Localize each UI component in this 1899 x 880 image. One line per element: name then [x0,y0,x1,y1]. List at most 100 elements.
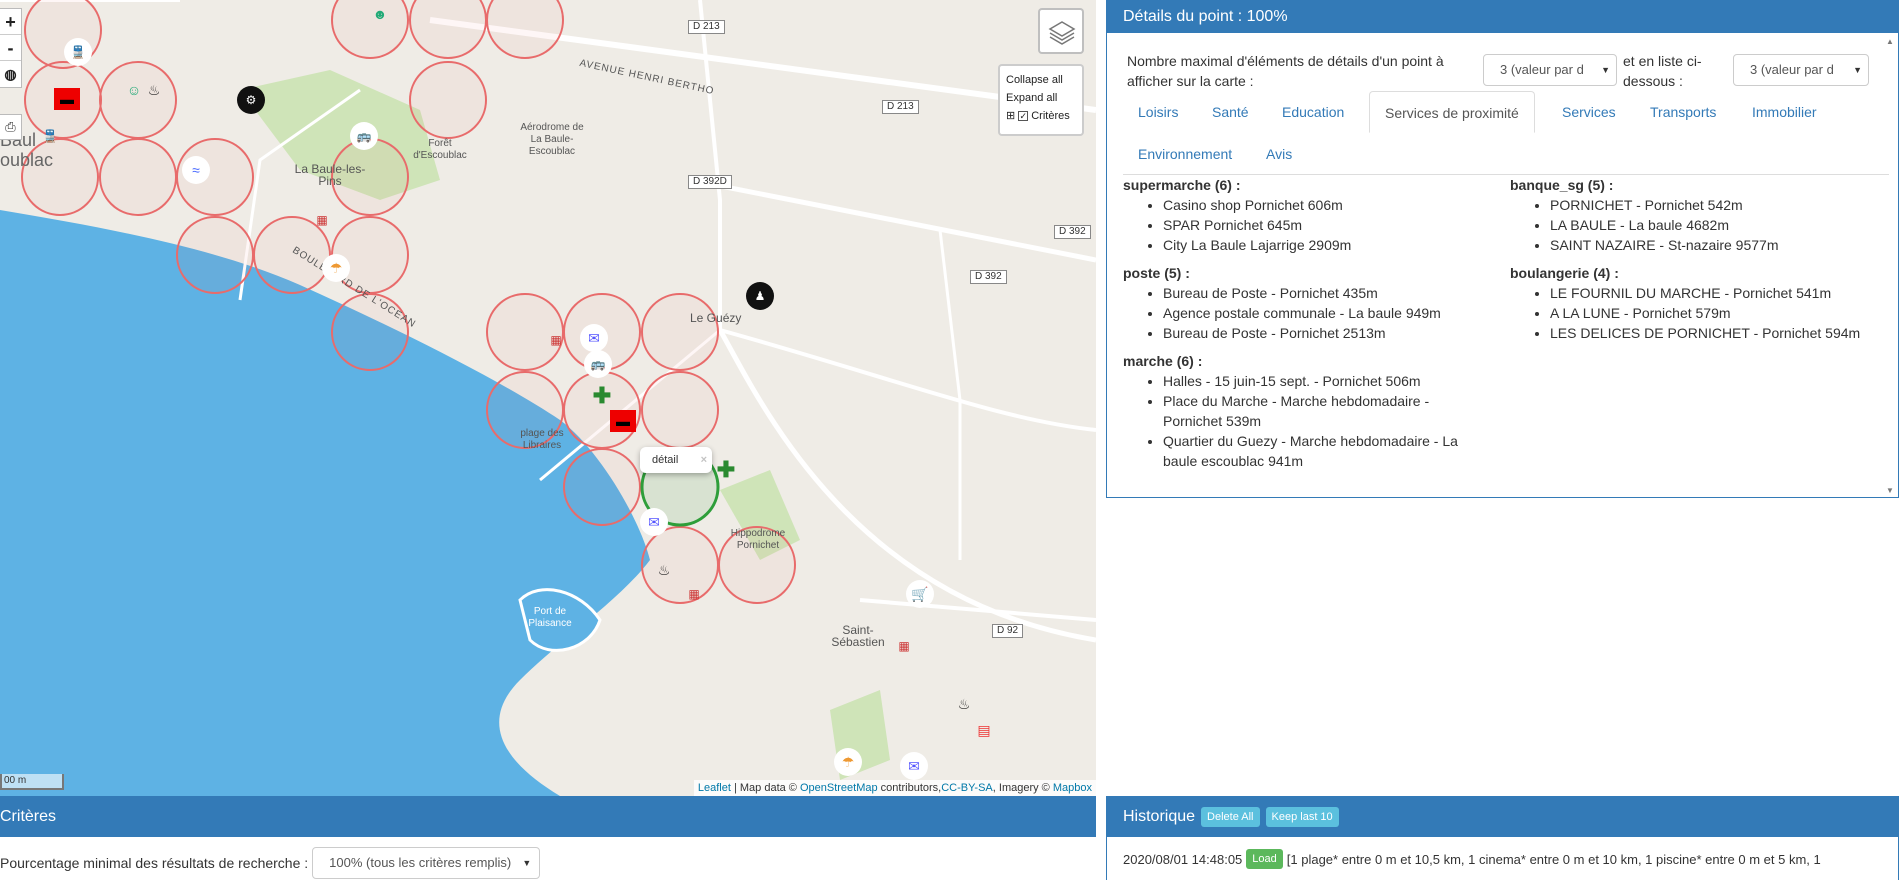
tab-sante[interactable]: Santé [1197,91,1264,133]
list-item: SAINT NAZAIRE - St-nazaire 9577m [1550,235,1890,255]
list-item: Bureau de Poste - Pornichet 2513m [1163,323,1503,343]
chevron-down-icon: ▼ [1853,65,1862,75]
scrollbar[interactable]: ▲ ▼ [1886,37,1898,495]
list-item: LA BAULE - La baule 4682m [1550,215,1890,235]
place-label-plage: plage des Libraires [520,428,564,451]
tab-transports[interactable]: Transports [1635,91,1731,133]
bath-marker[interactable]: ♨ [650,556,678,584]
criteres-panel: Critères Pourcentage minimal des résulta… [0,796,1096,880]
list-item: A LA LUNE - Pornichet 579m [1550,303,1890,323]
school-marker[interactable]: ▦ [308,206,336,234]
layers-button[interactable] [1038,8,1084,54]
place-label-foret: Forêt d'Escoublac [413,138,467,161]
category-tabs: Loisirs Santé Education Services de prox… [1123,91,1889,175]
list-item: PORNICHET - Pornichet 542m [1550,195,1890,215]
list-item: Quartier du Guezy - Marche hebdomadaire … [1163,431,1483,471]
close-icon[interactable]: × [701,447,707,473]
train-marker[interactable]: 🚆 [64,38,92,66]
details-title: Détails du point : 100% [1107,1,1898,33]
pct-row: Pourcentage minimal des résultats de rec… [0,847,541,879]
place-label-escoublac: oublac [0,150,54,170]
mail-marker[interactable]: ✉ [580,324,608,352]
bus-marker[interactable]: 🚌 [350,122,378,150]
bank-marker[interactable]: ▬ [54,88,80,110]
beach-marker[interactable]: ☂ [322,254,350,282]
category-poste: poste (5) : Bureau de Poste - Pornichet … [1123,263,1503,343]
tab-education[interactable]: Education [1267,91,1359,133]
road-label: D 392 [970,270,1007,284]
list-elements-select[interactable]: 3 (valeur par d ▼ [1733,54,1869,86]
attribution-text: contributors, [877,782,942,794]
pct-label: Pourcentage minimal des résultats de rec… [0,855,309,871]
globe-icon[interactable]: ◍ [0,61,21,87]
mail-marker[interactable]: ✉ [640,508,668,536]
library-marker[interactable]: ▤ [970,716,998,744]
detail-popup[interactable]: détail × [640,447,712,473]
max-elements-select[interactable]: 3 (valeur par d ▼ [1483,54,1617,86]
bath-marker[interactable]: ♨ [950,690,978,718]
zoom-in-button[interactable]: + [0,9,21,35]
road-label: D 392 [1054,225,1091,239]
zoom-out-button[interactable]: - [0,35,21,61]
delete-all-button[interactable]: Delete All [1201,807,1260,827]
criteres-checkbox[interactable]: ✓ [1018,111,1029,121]
pct-select[interactable]: 100% (tous les critères remplis) ▼ [312,847,541,879]
pharmacy-marker[interactable]: ✚ [712,456,740,484]
historique-title: Historique [1123,808,1196,825]
school-marker[interactable]: ▦ [890,632,918,660]
collapse-all-link[interactable]: Collapse all [1006,71,1076,89]
tab-services-de-proximite[interactable]: Services de proximité [1369,91,1535,133]
road-label: D 213 [688,20,725,34]
pharmacy-marker[interactable]: ✚ [588,382,616,410]
max-elements-row: Nombre maximal d'éléments de détails d'u… [1127,51,1887,91]
zoom-control: + - ◍ [0,8,22,88]
list-elements-select-value: 3 (valeur par d [1750,62,1834,77]
details-panel: Détails du point : 100% Nombre maximal d… [1106,0,1899,498]
mapbox-link[interactable]: Mapbox [1053,782,1092,794]
tab-immobilier[interactable]: Immobilier [1737,91,1832,133]
scroll-down-icon[interactable]: ▼ [1886,486,1894,495]
history-date: 2020/08/01 14:48:05 [1123,851,1243,867]
historique-panel: Historique Delete All Keep last 10 2020/… [1106,796,1899,880]
school-marker[interactable]: ▦ [680,580,708,608]
bus-marker[interactable]: 🚌 [584,350,612,378]
worker-marker[interactable]: ☻ [366,0,394,28]
school-marker[interactable]: ▦ [542,326,570,354]
history-entry: 2020/08/01 14:48:05 Load [1 plage* entre… [1123,849,1821,869]
expand-icon[interactable]: ⊞ [1006,107,1015,125]
train-marker[interactable]: 🚆 [36,122,64,150]
beach-marker[interactable]: ☂ [834,748,862,776]
list-elements-label: et en liste ci-dessous : [1623,53,1702,89]
tab-avis[interactable]: Avis [1251,133,1307,175]
place-label-le-guezy: Le Guézy [690,311,742,325]
bath-marker[interactable]: ♨ [140,76,168,104]
list-item: Agence postale communale - La baule 949m [1163,303,1503,323]
tab-environnement[interactable]: Environnement [1123,133,1247,175]
leaflet-link[interactable]: Leaflet [698,782,731,794]
pool-marker[interactable]: ≈ [182,156,210,184]
place-label-hippodrome: Hippodrome Pornichet [730,528,786,551]
criteres-title: Critères [0,797,1096,837]
max-elements-select-value: 3 (valeur par d [1500,62,1584,77]
mail-marker[interactable]: ✉ [900,752,928,780]
load-button[interactable]: Load [1246,849,1283,869]
expand-all-link[interactable]: Expand all [1006,89,1076,107]
print-icon[interactable]: ⎙ [0,114,22,140]
osm-link[interactable]: OpenStreetMap [800,782,878,794]
keep-last-button[interactable]: Keep last 10 [1265,807,1339,827]
cart-marker[interactable]: 🛒 [906,580,934,608]
scroll-up-icon[interactable]: ▲ [1886,37,1894,46]
tab-loisirs[interactable]: Loisirs [1123,91,1193,133]
map-tiles[interactable] [0,0,1096,796]
map[interactable]: Baul oublac La Baule-les- Pins Forêt d'E… [0,0,1096,796]
ccbysa-link[interactable]: CC-BY-SA [941,782,993,794]
hiking-marker[interactable]: ♟ [746,282,774,310]
historique-header: Historique Delete All Keep last 10 [1107,797,1898,837]
gym-marker[interactable]: ⚙ [237,86,265,114]
list-item: Bureau de Poste - Pornichet 435m [1163,283,1503,303]
tab-services[interactable]: Services [1547,91,1631,133]
road-label: D 392D [688,175,732,189]
category-supermarche: supermarche (6) : Casino shop Pornichet … [1123,175,1503,255]
bank-marker[interactable]: ▬ [610,410,636,432]
right-column: banque_sg (5) : PORNICHET - Pornichet 54… [1510,175,1890,351]
